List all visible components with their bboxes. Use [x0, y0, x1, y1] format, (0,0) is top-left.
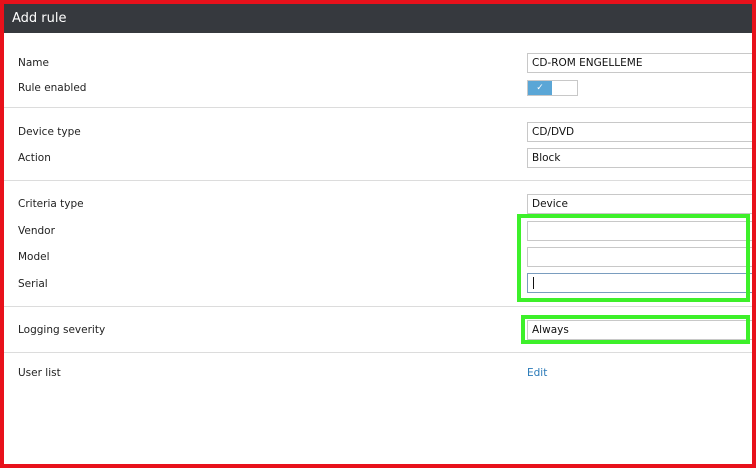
- action-label: Action: [18, 152, 51, 164]
- model-label: Model: [18, 251, 50, 263]
- serial-label: Serial: [18, 278, 48, 290]
- device-type-select[interactable]: CD/DVD: [527, 122, 756, 142]
- serial-input[interactable]: [527, 273, 756, 293]
- dialog-title: Add rule: [12, 11, 67, 26]
- name-label: Name: [18, 57, 49, 69]
- device-type-label: Device type: [18, 126, 81, 138]
- text-cursor: [533, 277, 534, 289]
- user-list-label: User list: [18, 367, 61, 379]
- rule-enabled-toggle[interactable]: ✓: [527, 80, 578, 96]
- section-divider: [4, 180, 756, 181]
- criteria-type-select[interactable]: Device: [527, 194, 756, 214]
- criteria-type-label: Criteria type: [18, 198, 84, 210]
- section-divider: [4, 306, 756, 307]
- action-select[interactable]: Block: [527, 148, 756, 168]
- vendor-label: Vendor: [18, 225, 55, 237]
- dialog-title-bar: Add rule: [4, 4, 756, 33]
- section-divider: [4, 352, 756, 353]
- check-icon: ✓: [528, 81, 552, 95]
- logging-severity-label: Logging severity: [18, 324, 106, 336]
- user-list-edit-link[interactable]: Edit: [527, 367, 547, 379]
- name-input[interactable]: CD-ROM ENGELLEME: [527, 53, 756, 73]
- vendor-input[interactable]: [527, 221, 756, 241]
- rule-enabled-label: Rule enabled: [18, 82, 87, 94]
- logging-severity-select[interactable]: Always: [527, 320, 756, 340]
- model-input[interactable]: [527, 247, 756, 267]
- section-divider: [4, 107, 756, 108]
